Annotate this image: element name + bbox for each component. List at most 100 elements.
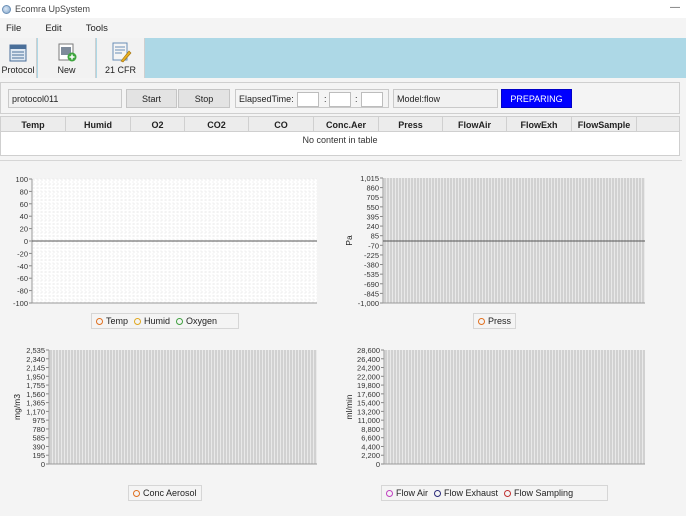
y-tick-label: 20 <box>20 225 28 234</box>
elapsed-hours-input[interactable] <box>297 92 319 107</box>
legend-item[interactable]: Conc Aerosol <box>133 488 197 498</box>
y-tick-label: 550 <box>366 203 379 212</box>
new-button[interactable]: New <box>38 38 96 78</box>
app-icon <box>2 4 11 14</box>
y-tick-label: -40 <box>17 262 28 271</box>
aerosol-chart: 2,5352,3402,1451,9501,7551,5601,3651,170… <box>12 347 317 469</box>
y-tick-label: 2,200 <box>361 451 380 460</box>
y-tick-label: 17,600 <box>357 390 380 399</box>
cfr-label: 21 CFR <box>104 65 136 75</box>
y-tick-label: 26,400 <box>357 355 380 364</box>
column-header[interactable]: FlowSample <box>572 117 637 132</box>
time-separator: : <box>355 93 358 104</box>
y-tick-label: 22,000 <box>357 372 380 381</box>
y-tick-label: 1,170 <box>26 407 45 416</box>
column-header[interactable]: Temp <box>1 117 66 132</box>
environment-chart: 100 80 60 40 20 0 -20 -40 -60 -80 -100 <box>13 175 317 308</box>
y-tick-label: 1,950 <box>26 372 45 381</box>
y-tick-label: -70 <box>368 241 379 250</box>
legend-item[interactable]: Humid <box>134 316 170 326</box>
y-tick-label: 585 <box>32 434 45 443</box>
legend-marker-icon <box>434 489 442 497</box>
legend-label: Flow Exhaust <box>444 488 499 498</box>
y-tick-label: -80 <box>17 287 28 296</box>
elapsed-seconds-input[interactable] <box>361 92 383 107</box>
y-tick-label: -100 <box>13 299 28 308</box>
column-header[interactable]: Humid <box>66 117 131 132</box>
time-separator: : <box>324 93 327 104</box>
y-tick-label: 705 <box>366 193 379 202</box>
y-tick-label: 1,560 <box>26 390 45 399</box>
legend-marker-icon <box>96 317 103 325</box>
start-button[interactable]: Start <box>126 89 177 108</box>
y-tick-label: 395 <box>366 212 379 221</box>
protocol-button[interactable]: Protocol <box>0 38 37 78</box>
stop-button[interactable]: Stop <box>178 89 230 108</box>
y-tick-label: 60 <box>20 200 28 209</box>
title-bar: Ecomra UpSystem — <box>0 0 686 18</box>
y-tick-label: 390 <box>32 442 45 451</box>
model-field: Model:flow <box>393 89 498 108</box>
y-tick-label: 40 <box>20 212 28 221</box>
protocol-name-input[interactable]: protocol011 <box>8 89 122 108</box>
y-tick-label: 100 <box>15 175 28 184</box>
y-tick-label: 15,400 <box>357 399 380 408</box>
y-tick-label: 240 <box>366 222 379 231</box>
column-header[interactable]: O2 <box>131 117 185 132</box>
cfr-button[interactable]: 21 CFR <box>97 38 145 78</box>
legend-marker-icon <box>176 317 184 325</box>
data-table: Temp Humid O2 CO2 CO Conc.Aer Press Flow… <box>0 116 680 156</box>
y-tick-label: -1,000 <box>358 299 379 308</box>
y-axis-label: Pa <box>344 235 354 246</box>
column-header[interactable]: FlowAir <box>443 117 507 132</box>
toolbar: Protocol New 21 CFR <box>0 38 686 78</box>
flow-legend: Flow Air Flow Exhaust Flow Sampling <box>381 485 608 501</box>
y-tick-label: 0 <box>41 460 45 469</box>
y-tick-label: -690 <box>364 280 379 289</box>
legend-item[interactable]: Press <box>478 316 511 326</box>
legend-label: Flow Air <box>396 488 429 498</box>
menu-file[interactable]: File <box>0 23 21 34</box>
legend-label: Humid <box>144 316 171 326</box>
legend-item[interactable]: Flow Exhaust <box>434 488 498 498</box>
legend-item[interactable]: Temp <box>96 316 128 326</box>
protocol-icon <box>9 44 27 62</box>
empty-table-message: No content in table <box>302 135 378 145</box>
legend-marker-icon <box>386 489 393 497</box>
column-header[interactable]: Press <box>379 117 443 132</box>
aerosol-legend: Conc Aerosol <box>128 485 202 501</box>
legend-label: Conc Aerosol <box>143 488 197 498</box>
legend-item[interactable]: Oxygen <box>176 316 217 326</box>
new-label: New <box>57 65 76 75</box>
protocol-label: Protocol <box>1 65 35 75</box>
legend-item[interactable]: Flow Air <box>386 488 428 498</box>
minimize-icon[interactable]: — <box>670 2 680 13</box>
menu-tools[interactable]: Tools <box>80 23 108 34</box>
y-axis-label: mg/m3 <box>12 394 22 420</box>
elapsed-minutes-input[interactable] <box>329 92 351 107</box>
legend-label: Temp <box>106 316 129 326</box>
new-icon <box>58 43 76 62</box>
menu-edit[interactable]: Edit <box>39 23 61 34</box>
y-tick-label: 2,340 <box>26 355 45 364</box>
y-tick-label: 19,800 <box>357 381 380 390</box>
y-tick-label: 13,200 <box>357 407 380 416</box>
table-header: Temp Humid O2 CO2 CO Conc.Aer Press Flow… <box>1 117 679 132</box>
column-header[interactable]: CO2 <box>185 117 249 132</box>
y-tick-label: -60 <box>17 274 28 283</box>
legend-item[interactable]: Flow Sampling <box>504 488 573 498</box>
column-header[interactable]: FlowExh <box>507 117 572 132</box>
legend-marker-icon <box>478 317 485 325</box>
pressure-chart: 1,01586070555039524085-70-225-380-535-69… <box>344 174 645 308</box>
legend-label: Flow Sampling <box>514 488 574 498</box>
legend-label: Oxygen <box>186 316 218 326</box>
status-badge: PREPARING <box>501 89 572 108</box>
y-tick-label: 0 <box>24 237 28 246</box>
y-tick-label: 780 <box>32 425 45 434</box>
column-header[interactable]: CO <box>249 117 314 132</box>
y-tick-label: 1,755 <box>26 381 45 390</box>
y-axis-label: ml/min <box>344 394 354 419</box>
legend-label: Press <box>488 316 512 326</box>
column-header[interactable]: Conc.Aer <box>314 117 379 132</box>
y-tick-label: 11,000 <box>358 416 380 425</box>
